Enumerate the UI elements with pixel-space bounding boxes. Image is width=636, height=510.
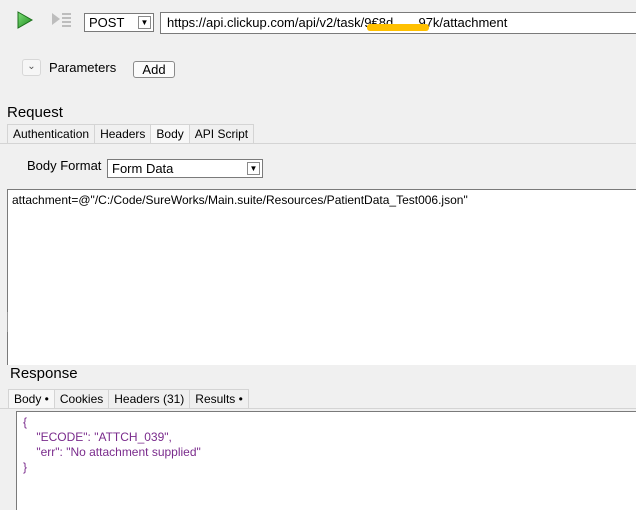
json-line: }: [23, 460, 28, 474]
method-select[interactable]: POST ▼: [84, 13, 154, 32]
splitter-handle[interactable]: [0, 312, 8, 332]
add-parameter-button[interactable]: Add: [133, 61, 175, 78]
body-format-select[interactable]: Form Data ▼: [107, 159, 263, 178]
tab-body[interactable]: Body: [150, 124, 190, 143]
expand-parameters-button[interactable]: ⌄: [22, 59, 41, 76]
step-run-icon: [52, 13, 71, 27]
body-format-value: Form Data: [112, 161, 174, 176]
url-input[interactable]: https://api.clickup.com/api/v2/task/9€8d…: [160, 12, 636, 34]
chevron-down-icon: ⌄: [27, 61, 36, 72]
tab-headers[interactable]: Headers: [94, 124, 152, 143]
tab-divider: [0, 408, 636, 409]
tab-api-script[interactable]: API Script: [188, 124, 255, 143]
json-line: "err": "No attachment supplied": [23, 445, 201, 459]
tab-cookies[interactable]: Cookies: [53, 389, 110, 408]
json-line: "ECODE": "ATTCH_039",: [23, 430, 172, 444]
tab-response-body[interactable]: Body •: [8, 389, 55, 408]
request-title: Request: [7, 104, 63, 121]
response-body-viewer[interactable]: { "ECODE": "ATTCH_039", "err": "No attac…: [16, 411, 636, 510]
run-button[interactable]: [14, 10, 34, 30]
dropdown-arrow-icon: ▼: [247, 162, 260, 175]
response-title: Response: [10, 365, 78, 382]
tab-authentication[interactable]: Authentication: [7, 124, 96, 143]
tab-divider: [0, 143, 636, 144]
url-value: https://api.clickup.com/api/v2/task/9€8d…: [167, 15, 508, 30]
step-run-button[interactable]: [50, 10, 72, 30]
redaction-mark: [367, 24, 429, 31]
response-tabs: Body • Cookies Headers (31) Results •: [8, 389, 249, 408]
request-body-editor[interactable]: attachment=@"/C:/Code/SureWorks/Main.sui…: [7, 189, 636, 365]
parameters-label: Parameters: [49, 60, 117, 75]
body-format-label: Body Format: [27, 158, 102, 173]
method-value: POST: [89, 15, 125, 30]
tab-response-headers[interactable]: Headers (31): [108, 389, 191, 408]
tab-results[interactable]: Results •: [189, 389, 249, 408]
request-body-text: attachment=@"/C:/Code/SureWorks/Main.sui…: [12, 193, 468, 207]
request-tabs: Authentication Headers Body API Script: [7, 124, 255, 143]
play-icon: [17, 11, 34, 29]
dropdown-arrow-icon: ▼: [138, 16, 151, 29]
json-line: {: [23, 415, 28, 429]
